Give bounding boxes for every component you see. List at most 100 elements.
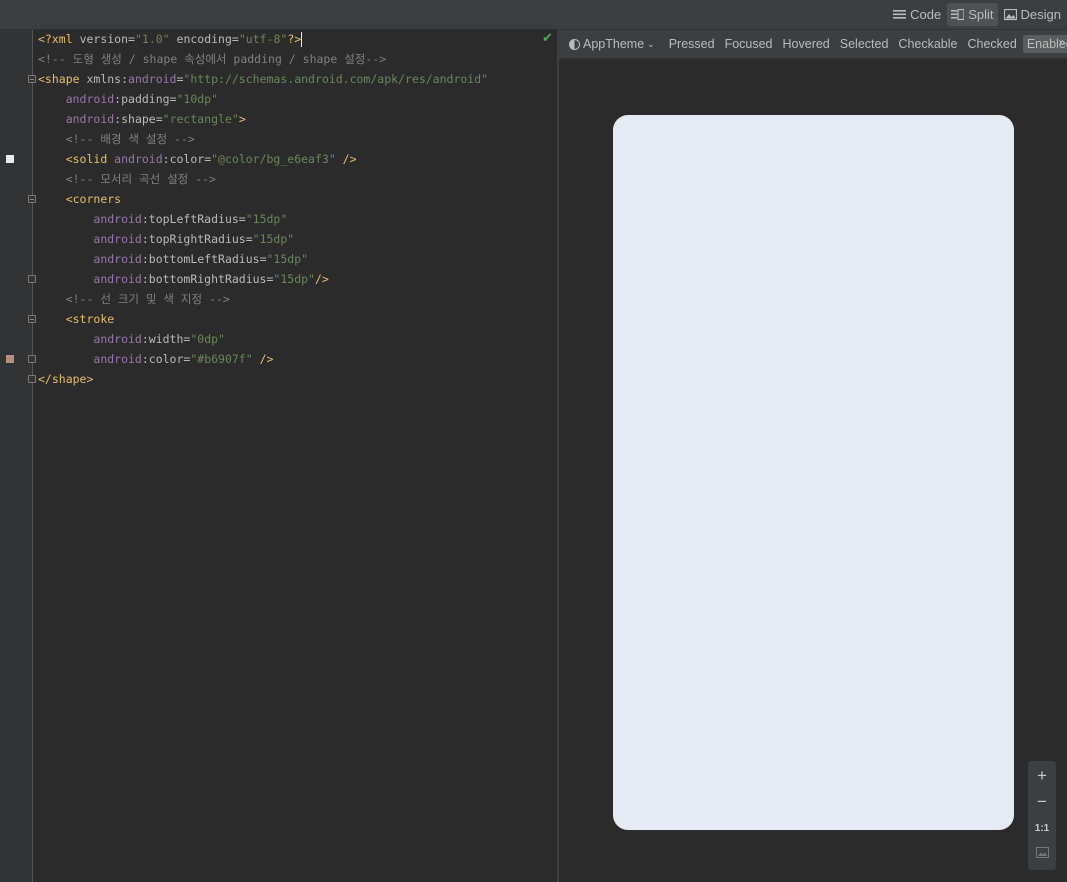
actual-size-button[interactable]: 1:1 xyxy=(1028,815,1056,841)
code-token: "1.0" xyxy=(134,32,170,46)
code-token: ?> xyxy=(287,32,302,46)
code-token: :color xyxy=(162,152,205,166)
fold-marker-icon[interactable] xyxy=(28,195,36,203)
code-token: "15dp" xyxy=(245,212,288,226)
code-token: "15dp" xyxy=(252,232,295,246)
state-toggle-pressed[interactable]: Pressed xyxy=(665,35,719,53)
code-line[interactable]: android:bottomRightRadius="15dp"/> xyxy=(38,269,329,289)
code-line[interactable]: android:topRightRadius="15dp" xyxy=(38,229,294,249)
inspection-ok-icon[interactable]: ✔ xyxy=(542,30,553,46)
code-token: > xyxy=(238,112,246,126)
code-line[interactable]: <!-- 모서리 곡선 설정 --> xyxy=(38,169,216,189)
code-line[interactable]: <corners xyxy=(38,189,121,209)
theme-label: AppTheme xyxy=(583,37,645,51)
code-line[interactable]: <!-- 선 크기 및 색 지정 --> xyxy=(38,289,230,309)
fold-marker-icon[interactable] xyxy=(28,355,36,363)
text-caret xyxy=(301,32,303,47)
code-token: <solid xyxy=(65,152,115,166)
code-line[interactable]: <!-- 도형 생성 / shape 속성에서 padding / shape … xyxy=(38,49,386,69)
code-token: <? xyxy=(38,32,52,46)
code-token: version xyxy=(72,32,129,46)
design-view-button[interactable]: Design xyxy=(1000,3,1065,26)
zoom-in-button[interactable]: + xyxy=(1028,763,1056,789)
code-line[interactable]: android:shape="rectangle"> xyxy=(38,109,246,129)
code-token: <corners xyxy=(65,192,122,206)
state-toggle-checked[interactable]: Checked xyxy=(964,35,1021,53)
code-token: = xyxy=(259,252,267,266)
code-token: "rectangle" xyxy=(162,112,239,126)
code-token: /> xyxy=(314,272,329,286)
state-toggle-hovered[interactable]: Hovered xyxy=(779,35,834,53)
zoom-to-fit-button[interactable] xyxy=(1028,841,1056,867)
code-line[interactable]: android:width="0dp" xyxy=(38,329,225,349)
color-swatch-icon[interactable] xyxy=(6,355,14,363)
code-token: android xyxy=(114,152,163,166)
more-actions-icon[interactable]: » xyxy=(1058,35,1065,49)
code-token: "15dp" xyxy=(266,252,309,266)
code-token: <shape xyxy=(38,72,87,86)
fold-marker-icon[interactable] xyxy=(28,75,36,83)
code-token: <!-- 모서리 곡선 설정 --> xyxy=(65,172,216,186)
code-line[interactable]: android:color="#b6907f" /> xyxy=(38,349,273,369)
code-token: <!-- 선 크기 및 색 지정 --> xyxy=(65,292,230,306)
theme-selector[interactable]: AppTheme ⌄ xyxy=(569,37,655,51)
code-token: <!-- 배경 색 설정 --> xyxy=(65,132,195,146)
code-token: = xyxy=(231,32,239,46)
code-token: :bottomRightRadius xyxy=(141,272,267,286)
code-token: xmlns: xyxy=(86,72,129,86)
code-view-button[interactable]: Code xyxy=(889,3,945,26)
code-line[interactable]: android:bottomLeftRadius="15dp" xyxy=(38,249,308,269)
code-token: "10dp" xyxy=(176,92,219,106)
code-token: = xyxy=(128,32,135,46)
code-token: = xyxy=(169,92,177,106)
code-line[interactable]: <!-- 배경 색 설정 --> xyxy=(38,129,195,149)
code-editor[interactable]: <?xml version="1.0" encoding="utf-8"?> <!… xyxy=(0,30,556,882)
design-view-label: Design xyxy=(1020,7,1061,22)
zoom-out-button[interactable]: − xyxy=(1028,789,1056,815)
code-token: android xyxy=(128,72,177,86)
code-line[interactable]: <solid android:color="@color/bg_e6eaf3" … xyxy=(38,149,357,169)
state-toggle-focused[interactable]: Focused xyxy=(721,35,777,53)
code-token: android xyxy=(93,332,142,346)
code-token: android xyxy=(93,352,142,366)
code-token: /> xyxy=(335,152,357,166)
code-token: xml xyxy=(51,32,73,46)
state-toggle-selected[interactable]: Selected xyxy=(836,35,893,53)
code-line[interactable]: </shape> xyxy=(38,369,93,389)
split-view-button[interactable]: Split xyxy=(947,3,998,26)
code-token: :bottomLeftRadius xyxy=(141,252,260,266)
code-token: android xyxy=(93,232,142,246)
shape-drawable-preview xyxy=(613,115,1014,830)
state-toggle-checkable[interactable]: Checkable xyxy=(894,35,961,53)
code-line[interactable]: <stroke xyxy=(38,309,114,329)
code-line[interactable]: <shape xmlns:android="http://schemas.and… xyxy=(38,69,488,89)
color-swatch-icon[interactable] xyxy=(6,155,14,163)
code-token: "http://schemas.android.com/apk/res/andr… xyxy=(183,72,489,86)
design-preview-panel: AppTheme ⌄ Pressed Focused Hovered Selected… xyxy=(559,30,1067,882)
code-token: android xyxy=(93,252,142,266)
fold-marker-icon[interactable] xyxy=(28,375,36,383)
fold-marker-icon[interactable] xyxy=(28,315,36,323)
code-token: android xyxy=(65,92,115,106)
code-token: = xyxy=(245,232,253,246)
code-line[interactable]: <?xml version="1.0" encoding="utf-8"?> xyxy=(38,29,303,49)
editor-gutter xyxy=(0,30,33,882)
code-token: "#b6907f" xyxy=(190,352,253,366)
code-area[interactable]: <?xml version="1.0" encoding="utf-8"?> <!… xyxy=(38,30,556,882)
code-line[interactable]: android:topLeftRadius="15dp" xyxy=(38,209,287,229)
split-view-label: Split xyxy=(968,7,994,22)
design-view-icon xyxy=(1003,8,1017,21)
chevron-down-icon: ⌄ xyxy=(647,38,655,49)
code-token: "utf-8" xyxy=(238,32,288,46)
code-line[interactable]: android:padding="10dp" xyxy=(38,89,218,109)
view-mode-switcher: Code Split Design xyxy=(889,3,1065,26)
fold-marker-icon[interactable] xyxy=(28,275,36,283)
